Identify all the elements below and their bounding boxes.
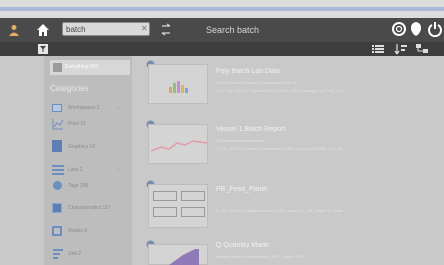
list-view-icon[interactable]	[372, 44, 384, 54]
window-title: Search batch	[206, 25, 260, 35]
category-label: Workspaces 2	[68, 105, 100, 111]
result-item[interactable]: PB_Feed_Panel F_PB_AddA.PV | Additive A …	[144, 178, 444, 228]
bar-chart-thumbnail	[148, 64, 208, 104]
filter-icon[interactable]	[38, 44, 48, 54]
category-label: Assets 9	[68, 228, 88, 234]
category-lists[interactable]: Lists 2 ⌄	[52, 164, 130, 178]
result-item[interactable]: Q Quantity Made quantity made standard b…	[144, 238, 444, 265]
characteristics-icon	[52, 203, 62, 213]
category-label: Lists 2	[68, 167, 83, 173]
main-toolbar: ✕ Search batch	[0, 18, 444, 42]
result-title: Q Quantity Made	[216, 242, 269, 249]
result-tags: Lab_Poly_C[AD] | Polymer Melting Point |…	[216, 88, 347, 93]
clear-search-icon[interactable]: ✕	[141, 24, 148, 33]
trend-line	[151, 140, 207, 152]
category-label: Graphics 14	[68, 144, 95, 150]
grouping-icon[interactable]	[416, 43, 430, 55]
search-field[interactable]: ✕	[62, 22, 150, 36]
thumb-area-shape	[169, 249, 199, 265]
tag-icon	[53, 181, 62, 190]
thumb-bar	[177, 81, 180, 93]
title-band	[0, 0, 444, 18]
home-icon[interactable]	[36, 23, 50, 36]
result-tags: quantity made standard batch | MES | Bat…	[216, 254, 304, 259]
category-sidebar: Everything 567 Categories Workspaces 2 ⌄…	[44, 56, 132, 265]
result-item[interactable]: Poly Batch Lab Data /Demo Material/Emula…	[144, 58, 444, 106]
thumb-panel-block	[153, 207, 177, 217]
result-path: /Polymers/Vessels/Vessel 1	[216, 138, 265, 143]
thumb-bar	[173, 83, 176, 93]
category-label: Tags 250	[68, 183, 89, 189]
trend-thumbnail	[148, 124, 208, 164]
workspace-icon	[52, 104, 62, 112]
chevron-down-icon[interactable]: ⌄	[116, 166, 120, 172]
category-label: Plots 21	[68, 121, 87, 127]
search-results-area: Everything 567 Categories Workspaces 2 ⌄…	[0, 56, 444, 265]
category-label: Characteristics 117	[68, 205, 111, 211]
panel-thumbnail	[148, 184, 208, 228]
category-label: Unit 2	[68, 251, 82, 257]
category-graphics[interactable]: Graphics 14	[52, 140, 130, 154]
everything-filter[interactable]: Everything 567	[50, 60, 130, 75]
everything-label: Everything 567	[65, 64, 99, 70]
category-unit[interactable]: Unit 2	[52, 248, 130, 262]
result-title: Vessel 1 Batch Report	[216, 126, 286, 133]
result-title: PB_Feed_Panel	[216, 186, 267, 193]
result-path: /Demo Material/Emulator Calculations/Par…	[216, 80, 297, 85]
everything-icon	[53, 63, 62, 72]
list-icon	[52, 165, 64, 175]
unit-icon	[53, 249, 63, 259]
category-assets[interactable]: Assets 9	[52, 225, 130, 239]
category-plots[interactable]: Plots 21	[52, 118, 130, 132]
result-title: Poly Batch Lab Data	[216, 68, 280, 75]
navigate-back-icon[interactable]	[160, 23, 172, 36]
user-icon[interactable]	[8, 24, 20, 36]
category-tags[interactable]: Tags 250	[52, 180, 130, 194]
lifebuoy-help-icon[interactable]	[392, 22, 406, 36]
plot-icon	[52, 119, 64, 130]
sort-icon[interactable]	[394, 43, 408, 55]
search-input[interactable]	[66, 23, 136, 35]
categories-heading: Categories	[50, 84, 89, 93]
graphics-icon	[52, 140, 62, 152]
chevron-down-icon[interactable]: ⌄	[116, 104, 120, 110]
thumb-panel-block	[181, 191, 205, 201]
thumb-bar	[181, 85, 184, 93]
thumb-bar	[169, 87, 172, 93]
result-tags: F_PB_AddA.PV | Additive A flow | MES | A…	[216, 208, 346, 213]
power-icon[interactable]	[428, 21, 442, 37]
category-characteristics[interactable]: Characteristics 117	[52, 202, 130, 216]
area-chart-thumbnail	[148, 244, 208, 265]
filter-bar	[0, 42, 444, 56]
result-tags: T_PB_V01.PV | Vessel 1 temperature | MES…	[216, 146, 347, 151]
thumb-bar	[185, 88, 188, 93]
category-workspaces[interactable]: Workspaces 2 ⌄	[52, 102, 130, 116]
info-shield-icon[interactable]	[410, 21, 422, 37]
accent-strip	[0, 7, 444, 11]
asset-icon	[52, 226, 62, 236]
result-item[interactable]: Vessel 1 Batch Report /Polymers/Vessels/…	[144, 118, 444, 166]
thumb-panel-block	[181, 207, 205, 217]
thumb-panel-block	[153, 191, 177, 201]
